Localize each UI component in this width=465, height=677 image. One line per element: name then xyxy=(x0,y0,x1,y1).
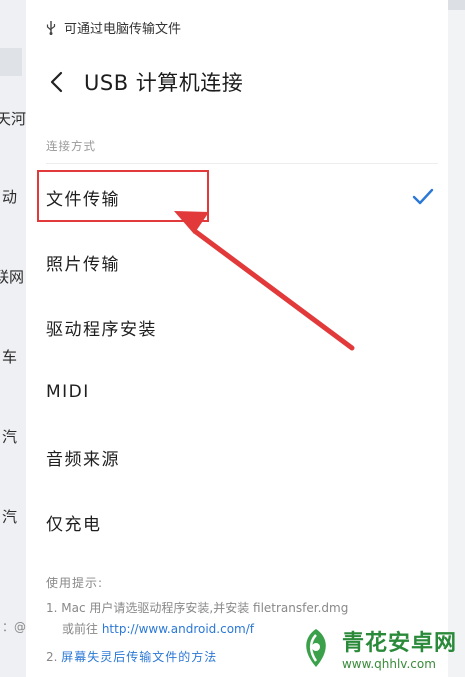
highlight-box xyxy=(37,170,209,222)
option-driver-install[interactable]: 驱动程序安装 xyxy=(26,299,448,355)
tip-screen: 2. 屏幕失灵后传输文件的方法 xyxy=(46,648,217,665)
section-label: 连接方式 xyxy=(46,139,96,153)
option-label: 音频来源 xyxy=(46,449,120,470)
option-audio-source[interactable]: 音频来源 xyxy=(26,429,448,485)
background-text: 汽 xyxy=(2,508,18,526)
tips-title: 使用提示: xyxy=(46,576,104,590)
watermark-name: 青花安卓网 xyxy=(341,631,457,656)
tip-mac-prefix: 或前往 xyxy=(62,622,102,636)
page-title: USB 计算机连接 xyxy=(84,71,244,95)
background-text: 车 xyxy=(2,348,18,366)
option-label: 驱动程序安装 xyxy=(46,319,157,340)
divider xyxy=(46,163,438,164)
background-right xyxy=(447,0,465,677)
option-midi[interactable]: MIDI xyxy=(26,364,448,420)
watermark: 青花安卓网 www.qhhlv.com xyxy=(296,625,457,671)
screen-failure-link[interactable]: 屏幕失灵后传输文件的方法 xyxy=(61,650,217,664)
watermark-url: www.qhhlv.com xyxy=(341,657,436,671)
background-small-text: ：@ xyxy=(2,620,27,634)
option-label: 仅充电 xyxy=(46,514,102,535)
tip-mac-text: 1. Mac 用户请选驱动程序安装,并安装 filetransfer.dmg xyxy=(46,601,349,615)
background-text: 联网 xyxy=(0,268,25,286)
back-button[interactable] xyxy=(42,64,70,100)
usb-settings-panel: 可通过电脑传输文件 USB 计算机连接 连接方式 文件传输 照片传输 驱动程序安… xyxy=(26,0,448,677)
background-right-top xyxy=(447,0,465,10)
checkmark-icon xyxy=(412,188,434,205)
tip-screen-prefix: 2. xyxy=(46,650,62,664)
android-link[interactable]: http://www.android.com/f xyxy=(102,622,254,636)
usb-icon xyxy=(46,20,56,35)
option-label: 照片传输 xyxy=(46,254,120,275)
background-text: 动 xyxy=(2,188,18,206)
background-bar xyxy=(0,48,22,76)
background-text: 汽 xyxy=(2,428,18,446)
option-label: MIDI xyxy=(46,382,90,402)
background-text: 天河 xyxy=(0,110,27,128)
watermark-logo-icon xyxy=(306,629,326,667)
back-arrow-icon xyxy=(50,71,63,93)
notification-bar: 可通过电脑传输文件 xyxy=(46,18,181,37)
page-header: USB 计算机连接 xyxy=(42,64,243,100)
notification-text: 可通过电脑传输文件 xyxy=(64,22,182,37)
option-photo-transfer[interactable]: 照片传输 xyxy=(26,234,448,290)
option-charge-only[interactable]: 仅充电 xyxy=(26,494,448,550)
